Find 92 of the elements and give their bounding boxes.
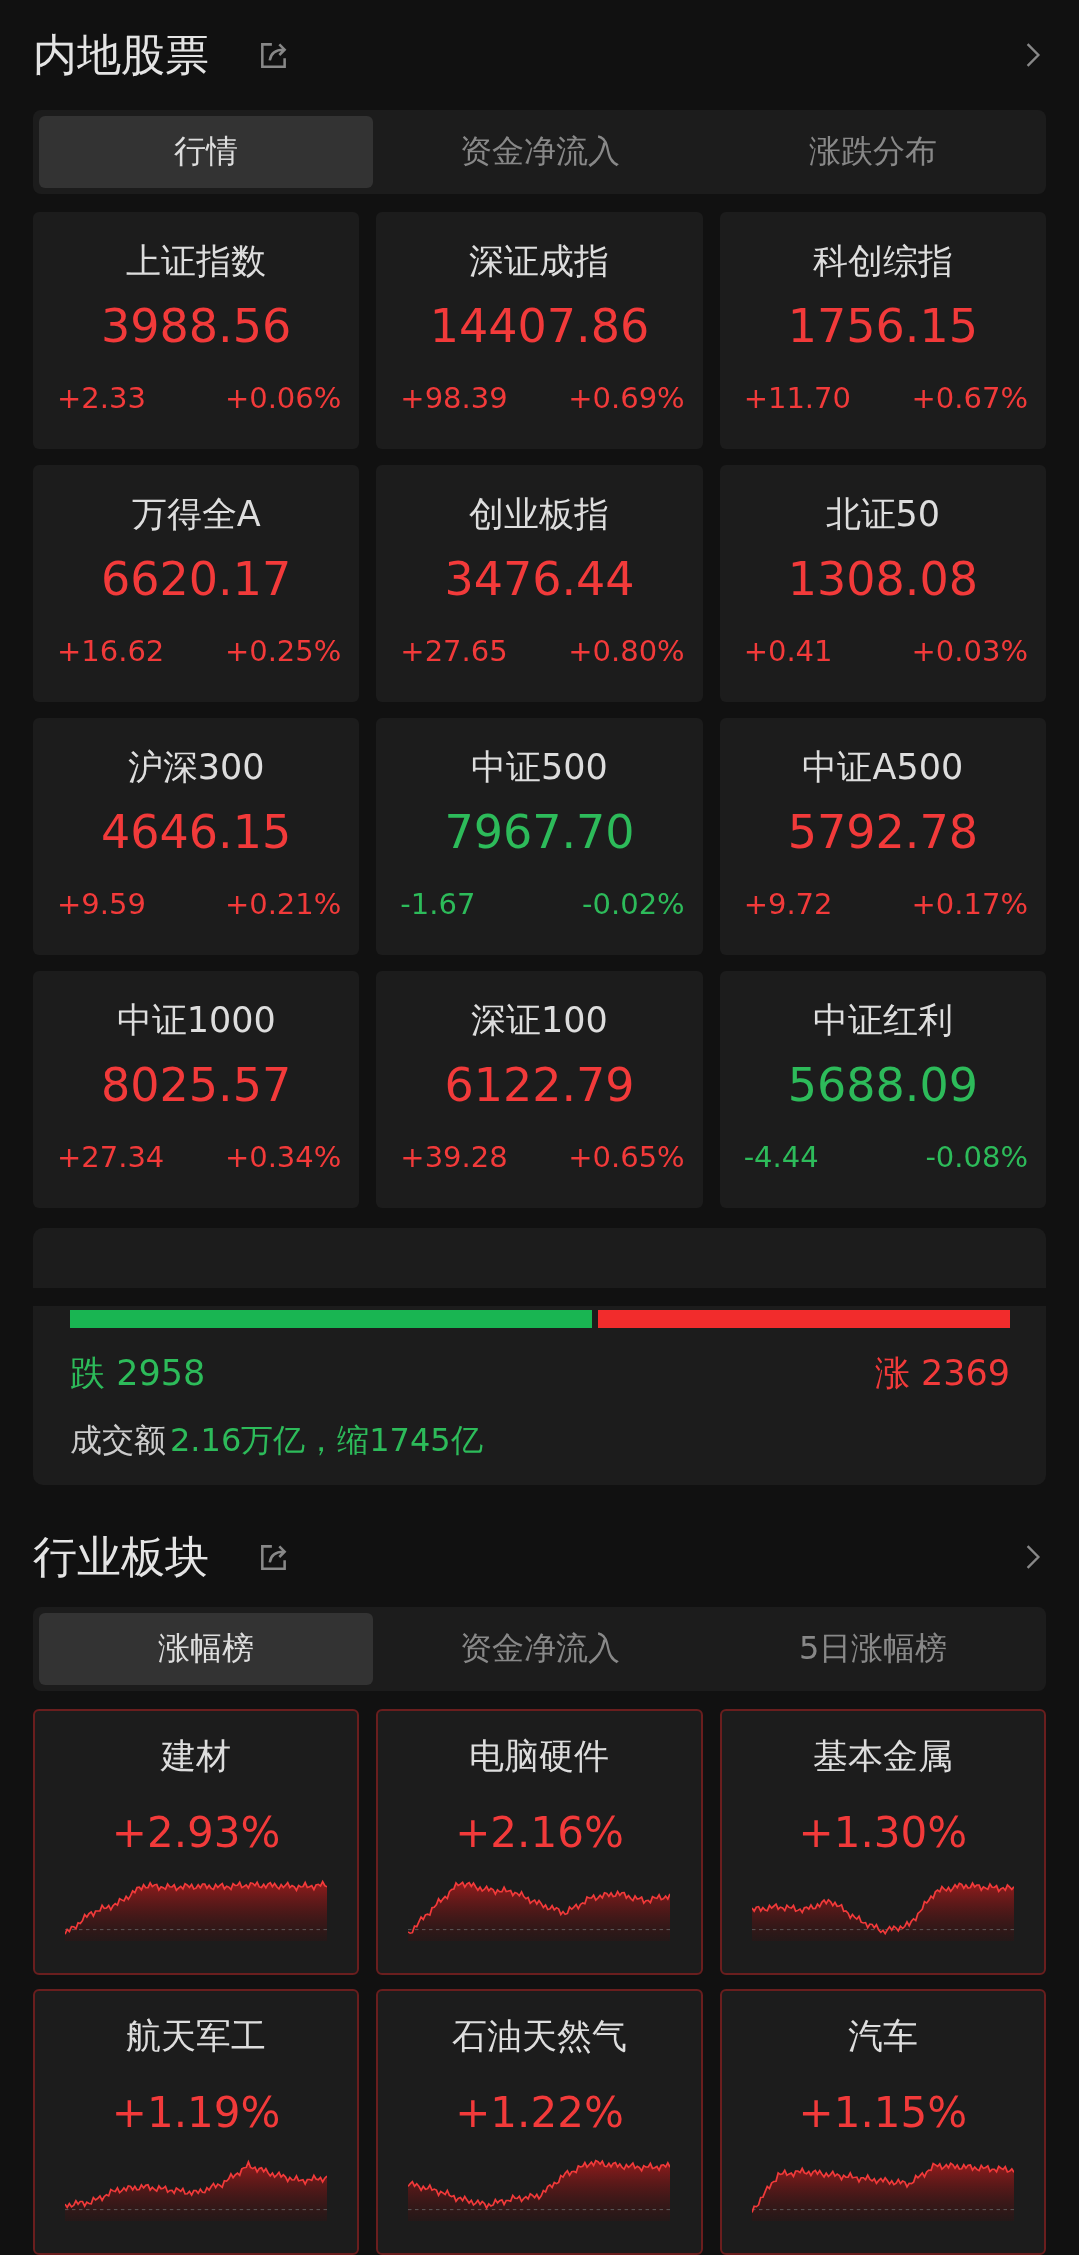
index-name: 沪深300 [127,746,265,789]
sector-percent: +2.16% [455,1808,624,1857]
index-value: 1308.08 [787,552,978,606]
sector-card[interactable]: 基本金属 +1.30% [719,1709,1046,1975]
index-percent: +0.34% [224,1140,342,1174]
sector-percent: +2.93% [111,1808,281,1857]
index-percent: +0.17% [911,887,1028,921]
advance-count: 涨 2369 [874,1352,1010,1395]
index-name: 创业板指 [469,493,610,536]
chevron-right-icon[interactable] [1024,1542,1042,1572]
sector-name: 航天军工 [126,2015,267,2058]
sector-name: 电脑硬件 [469,1735,610,1778]
index-percent: +0.06% [224,381,342,415]
sector-name: 建材 [161,1735,232,1778]
index-card[interactable]: 中证500 7967.70 -1.67 -0.02% [376,718,703,955]
index-name: 科创综指 [812,240,953,283]
turnover-value: 2.16万亿，缩1745亿 [170,1420,483,1461]
index-card[interactable]: 深证成指 14407.86 +98.39 +0.69% [376,212,703,449]
index-card[interactable]: 深证100 6122.79 +39.28 +0.65% [376,971,703,1208]
index-card[interactable]: 万得全A 6620.17 +16.62 +0.25% [33,465,360,702]
index-name: 中证红利 [812,999,953,1042]
index-change: +16.62 [57,634,165,668]
turnover-label: 成交额 [70,1420,166,1461]
index-percent: +0.69% [568,381,685,415]
index-value: 5792.78 [787,805,978,859]
index-percent: +0.03% [911,634,1028,668]
index-name: 万得全A [131,493,261,536]
index-value: 4646.15 [101,805,292,859]
sector-card[interactable]: 汽车 +1.15% [719,1989,1046,2255]
sector-name: 基本金属 [812,1735,953,1778]
index-change: +39.28 [400,1140,508,1174]
index-change: -1.67 [400,887,476,921]
tab[interactable]: 行情 [39,116,373,188]
index-value: 5688.09 [787,1058,978,1112]
index-change: +11.70 [743,381,851,415]
sector-card[interactable]: 航天军工 +1.19% [33,1989,360,2255]
section-title: 内地股票 [33,27,209,82]
index-card[interactable]: 中证1000 8025.57 +27.34 +0.34% [33,971,360,1208]
chevron-right-icon[interactable] [1024,40,1042,70]
tab[interactable]: 涨跌分布 [706,116,1040,188]
index-percent: +0.65% [568,1140,685,1174]
index-value: 14407.86 [429,299,650,353]
index-value: 1756.15 [787,299,978,353]
section-title: 行业板块 [33,1529,209,1584]
index-change: +2.33 [57,381,146,415]
index-change: +9.72 [743,887,833,921]
index-name: 中证A500 [802,746,964,789]
index-percent: -0.08% [925,1140,1028,1174]
decline-count: 跌 2958 [70,1352,206,1395]
index-card[interactable]: 中证A500 5792.78 +9.72 +0.17% [719,718,1046,955]
index-card[interactable]: 科创综指 1756.15 +11.70 +0.67% [719,212,1046,449]
index-card[interactable]: 上证指数 3988.56 +2.33 +0.06% [33,212,360,449]
index-percent: +0.80% [568,634,685,668]
index-card[interactable]: 中证红利 5688.09 -4.44 -0.08% [719,971,1046,1208]
tab[interactable]: 涨幅榜 [39,1613,373,1685]
index-change: +98.39 [400,381,508,415]
index-value: 7967.70 [444,805,635,859]
sector-percent: +1.30% [798,1808,968,1857]
sector-card[interactable]: 电脑硬件 +2.16% [376,1709,703,1975]
index-name: 深证成指 [469,240,610,283]
index-change: -4.44 [743,1140,819,1174]
sector-card[interactable]: 石油天然气 +1.22% [376,1989,703,2255]
index-value: 6122.79 [444,1058,635,1112]
index-change: +0.41 [743,634,833,668]
index-percent: +0.67% [911,381,1028,415]
index-card[interactable]: 北证50 1308.08 +0.41 +0.03% [719,465,1046,702]
sector-card[interactable]: 建材 +2.93% [33,1709,360,1975]
index-name: 中证1000 [116,999,276,1042]
index-change: +9.59 [57,887,146,921]
sector-name: 汽车 [847,2015,918,2058]
index-card[interactable]: 创业板指 3476.44 +27.65 +0.80% [376,465,703,702]
index-value: 8025.57 [101,1058,292,1112]
sector-name: 石油天然气 [452,2015,627,2058]
index-change: +27.65 [400,634,508,668]
index-name: 深证100 [471,999,608,1042]
index-card[interactable]: 沪深300 4646.15 +9.59 +0.21% [33,718,360,955]
index-value: 6620.17 [101,552,292,606]
index-name: 北证50 [825,493,941,536]
index-value: 3988.56 [101,299,292,353]
index-name: 中证500 [471,746,608,789]
index-percent: +0.21% [224,887,342,921]
index-change: +27.34 [57,1140,165,1174]
tab[interactable]: 5日涨幅榜 [706,1613,1040,1685]
tab[interactable]: 资金净流入 [372,116,707,188]
index-value: 3476.44 [444,552,635,606]
index-name: 上证指数 [126,240,267,283]
tab[interactable]: 资金净流入 [372,1613,707,1685]
sector-percent: +1.15% [798,2088,968,2137]
index-percent: +0.25% [224,634,342,668]
sector-percent: +1.19% [111,2088,281,2137]
sector-percent: +1.22% [455,2088,624,2137]
index-percent: -0.02% [582,887,685,921]
